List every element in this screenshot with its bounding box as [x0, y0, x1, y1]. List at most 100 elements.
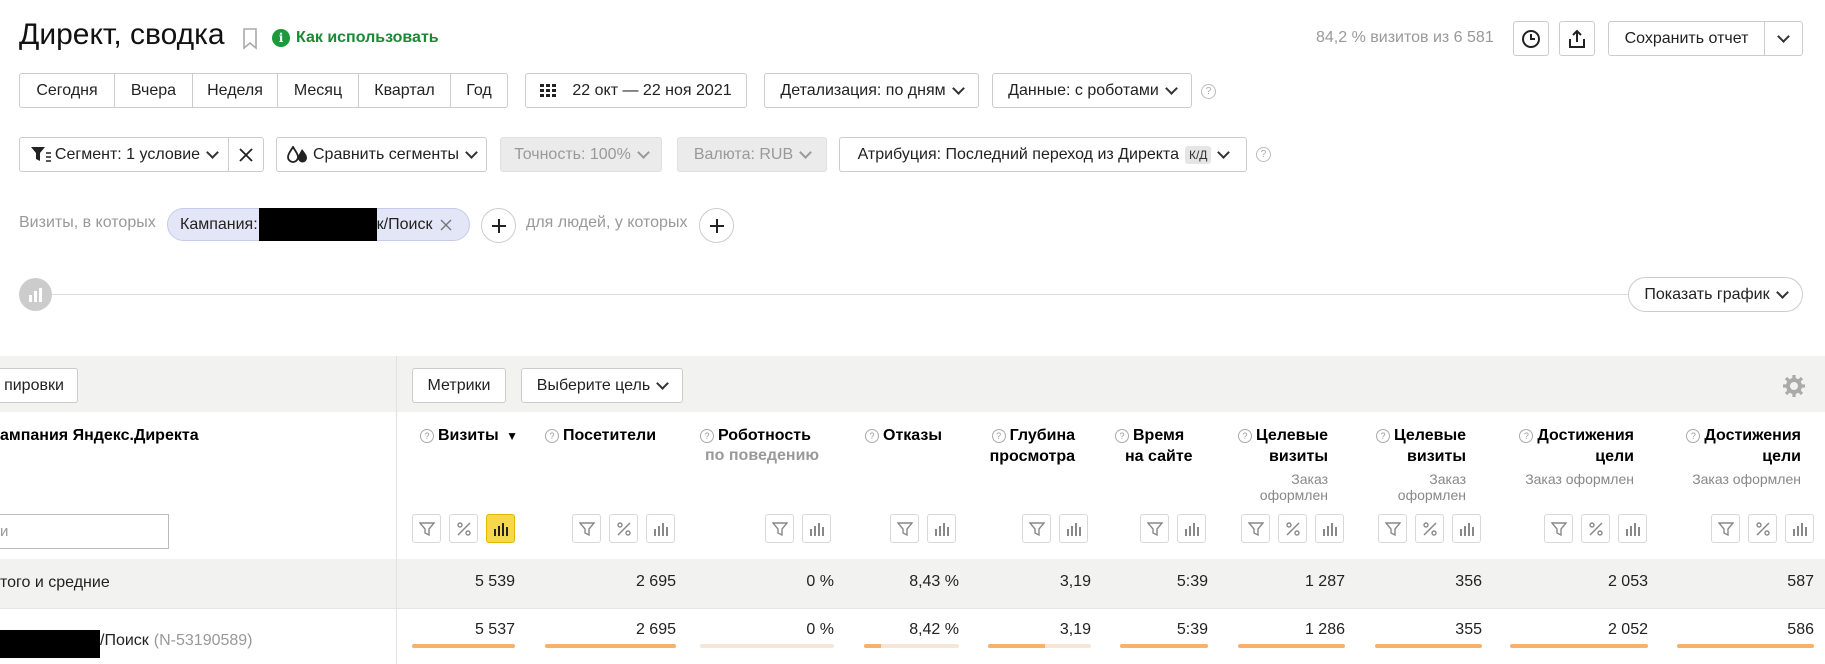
period-month[interactable]: Месяц — [278, 74, 359, 107]
data-mode-dropdown[interactable]: Данные: с роботами — [992, 73, 1192, 108]
attribution-dropdown[interactable]: Атрибуция: Последний переход из Директа … — [839, 137, 1247, 172]
accuracy-dropdown: Точность: 100% — [500, 137, 662, 172]
help-icon[interactable]: ? — [865, 429, 879, 443]
campaign-filter-chip[interactable]: Кампания: к/Поиск — [167, 208, 470, 241]
bar-chart-icon[interactable] — [1618, 514, 1647, 543]
groupings-button[interactable]: пировки — [0, 368, 78, 403]
col-header-goal-visits-1[interactable]: ? Целевые визиты — [1230, 425, 1328, 467]
how-to-link[interactable]: i Как использовать — [272, 29, 439, 47]
segment-label: Сегмент: 1 условие — [54, 145, 201, 163]
col-title: Достижения — [1537, 427, 1634, 444]
help-icon[interactable]: ? — [1115, 429, 1129, 443]
show-chart-button[interactable]: Показать график — [1628, 277, 1803, 312]
attribution-label: Атрибуция: Последний переход из Директа — [857, 145, 1179, 163]
col-header-goal-reaches-2[interactable]: ? Достижения цели — [1665, 425, 1801, 467]
filter-icon[interactable] — [572, 514, 601, 543]
detail-dropdown[interactable]: Детализация: по дням — [764, 73, 979, 108]
percent-icon[interactable] — [1581, 514, 1610, 543]
filter-icon[interactable] — [1140, 514, 1169, 543]
help-icon[interactable]: ? — [1375, 429, 1390, 443]
attribution-badge: К/Д — [1184, 145, 1212, 164]
visits-condition-label: Визиты, в которых — [19, 214, 156, 231]
percent-icon[interactable] — [1278, 514, 1307, 543]
help-icon[interactable]: ? — [991, 429, 1006, 443]
filter-icon[interactable] — [890, 514, 919, 543]
row-value: 5 537 — [474, 621, 515, 638]
percent-icon[interactable] — [449, 514, 478, 543]
compare-segments-dropdown[interactable]: Сравнить сегменты — [276, 137, 487, 172]
period-week[interactable]: Неделя — [193, 74, 278, 107]
history-button[interactable] — [1513, 21, 1549, 56]
share-button[interactable] — [1559, 21, 1595, 56]
filter-icon[interactable] — [765, 514, 794, 543]
sort-desc-icon[interactable]: ▼ — [506, 429, 518, 443]
col-header-visitors[interactable]: ? Посетители — [545, 425, 675, 446]
bar-chart-icon[interactable] — [802, 514, 831, 543]
plus-icon — [709, 218, 724, 233]
add-people-condition-button[interactable] — [699, 208, 734, 243]
bar-chart-icon[interactable] — [1452, 514, 1481, 543]
value-bar-fill — [1120, 644, 1208, 648]
percent-icon[interactable] — [1415, 514, 1444, 543]
period-today[interactable]: Сегодня — [20, 74, 115, 107]
table-row[interactable]: /Поиск (N-53190589) — [0, 624, 253, 658]
period-quarter[interactable]: Квартал — [359, 74, 451, 107]
bookmark-icon[interactable] — [242, 28, 258, 55]
bar-chart-icon[interactable] — [1177, 514, 1206, 543]
gear-icon[interactable] — [1783, 375, 1805, 402]
bar-chart-icon[interactable] — [1059, 514, 1088, 543]
totals-value: 5 539 — [474, 573, 515, 590]
col-title: Посетители — [563, 427, 657, 444]
help-icon[interactable]: ? — [545, 429, 559, 443]
bar-chart-icon[interactable] — [1315, 514, 1344, 543]
percent-icon[interactable] — [609, 514, 638, 543]
filter-icon[interactable] — [1022, 514, 1051, 543]
bar-chart-icon[interactable] — [927, 514, 956, 543]
row-value: 1 286 — [1304, 621, 1345, 638]
bar-chart-icon[interactable] — [486, 514, 515, 543]
dimension-search-input[interactable]: и — [0, 514, 169, 549]
save-report-button[interactable]: Сохранить отчет — [1608, 21, 1765, 56]
filter-icon[interactable] — [1378, 514, 1407, 543]
help-icon[interactable]: ? — [1256, 147, 1271, 162]
segment-clear-button[interactable] — [228, 137, 264, 172]
help-icon[interactable]: ? — [420, 429, 434, 443]
help-icon[interactable]: ? — [700, 429, 714, 443]
help-icon[interactable]: ? — [1519, 429, 1534, 443]
filter-icon[interactable] — [1544, 514, 1573, 543]
period-yesterday[interactable]: Вчера — [115, 74, 193, 107]
filter-icon[interactable] — [1711, 514, 1740, 543]
metrics-button[interactable]: Метрики — [412, 368, 506, 403]
help-icon[interactable]: ? — [1686, 429, 1701, 443]
date-range-picker[interactable]: 22 окт — 22 ноя 2021 — [525, 73, 747, 108]
totals-value: 1 287 — [1304, 573, 1345, 590]
groupings-label: пировки — [4, 376, 64, 394]
totals-value: 2 053 — [1607, 573, 1648, 590]
bar-chart-icon[interactable] — [646, 514, 675, 543]
currency-dropdown: Валюта: RUB — [677, 137, 827, 172]
add-condition-button[interactable] — [481, 208, 516, 243]
close-icon[interactable] — [440, 219, 452, 231]
segment-dropdown[interactable]: Сегмент: 1 условие — [19, 137, 229, 172]
bar-chart-icon[interactable] — [1785, 514, 1814, 543]
col-header-robotness[interactable]: ? Роботность — [700, 425, 820, 446]
filter-icon[interactable] — [1241, 514, 1270, 543]
filter-icon[interactable] — [412, 514, 441, 543]
col-header-visits[interactable]: ? Визиты ▼ — [420, 425, 522, 447]
chart-toggle-icon[interactable] — [19, 278, 52, 311]
period-year[interactable]: Год — [451, 74, 507, 107]
currency-label: Валюта: RUB — [693, 145, 794, 163]
col-header-goal-visits-2[interactable]: ? Целевые визиты — [1368, 425, 1466, 467]
goal-dropdown[interactable]: Выберите цель — [521, 368, 683, 403]
col-header-bounces[interactable]: ? Отказы — [865, 425, 965, 446]
col-note-line1: Заказ — [1291, 471, 1328, 487]
dimension-header[interactable]: ампания Яндекс.Директа — [0, 427, 199, 445]
value-bar — [1375, 644, 1482, 648]
col-header-time[interactable]: ? Время на сайте — [1115, 425, 1193, 467]
col-header-depth[interactable]: ? Глубина просмотра — [985, 425, 1075, 467]
col-header-goal-reaches-1[interactable]: ? Достижения цели — [1500, 425, 1634, 467]
help-icon[interactable]: ? — [1237, 429, 1252, 443]
help-icon[interactable]: ? — [1201, 84, 1216, 99]
save-report-dropdown[interactable] — [1764, 21, 1803, 56]
percent-icon[interactable] — [1748, 514, 1777, 543]
